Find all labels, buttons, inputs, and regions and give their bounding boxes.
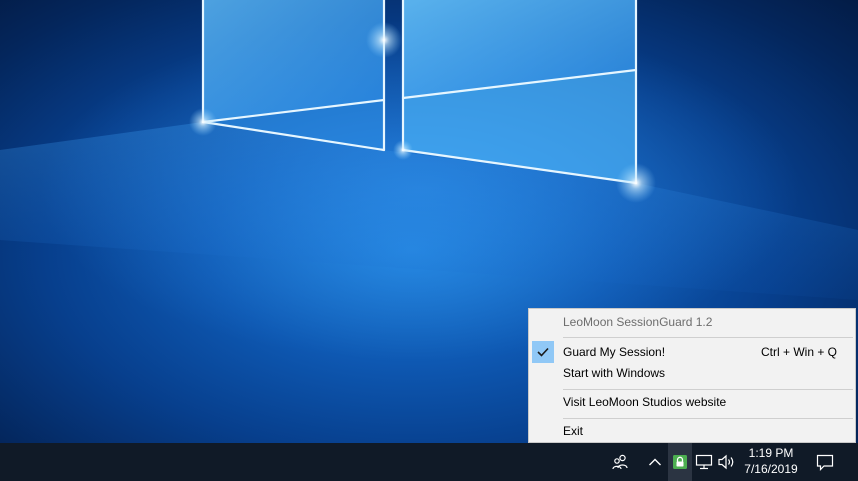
- menu-item-label: Start with Windows: [563, 366, 666, 380]
- menu-item-shortcut: Ctrl + Win + Q: [760, 345, 837, 359]
- chevron-up-icon[interactable]: [644, 443, 666, 481]
- clock-date: 7/16/2019: [744, 462, 798, 476]
- tray-context-menu: LeoMoon SessionGuard 1.2 Guard My Sessio…: [528, 308, 856, 443]
- menu-separator: [563, 337, 853, 338]
- menu-separator: [563, 418, 853, 419]
- menu-item-exit[interactable]: Exit: [529, 421, 855, 442]
- menu-item-label: Guard My Session!: [563, 345, 666, 359]
- menu-item-label: Exit: [563, 424, 584, 438]
- menu-separator: [563, 389, 853, 390]
- volume-icon[interactable]: [716, 443, 738, 481]
- desktop: LeoMoon SessionGuard 1.2 Guard My Sessio…: [0, 0, 858, 481]
- taskbar-clock[interactable]: 1:19 PM 7/16/2019: [738, 445, 804, 481]
- taskbar: 1:19 PM 7/16/2019: [0, 443, 858, 481]
- menu-title-label: LeoMoon SessionGuard 1.2: [563, 315, 713, 329]
- sessionguard-lock-icon[interactable]: [668, 443, 692, 481]
- menu-item-visit-website[interactable]: Visit LeoMoon Studios website: [529, 392, 855, 413]
- menu-item-start-with-windows[interactable]: Start with Windows: [529, 363, 855, 384]
- menu-item-guard-my-session[interactable]: Guard My Session! Ctrl + Win + Q: [529, 342, 855, 363]
- menu-item-label: Visit LeoMoon Studios website: [563, 395, 727, 409]
- people-icon[interactable]: [606, 443, 634, 481]
- clock-time: 1:19 PM: [748, 446, 794, 460]
- action-center-icon[interactable]: [808, 443, 842, 481]
- menu-title: LeoMoon SessionGuard 1.2: [529, 312, 855, 333]
- network-icon[interactable]: [694, 443, 714, 481]
